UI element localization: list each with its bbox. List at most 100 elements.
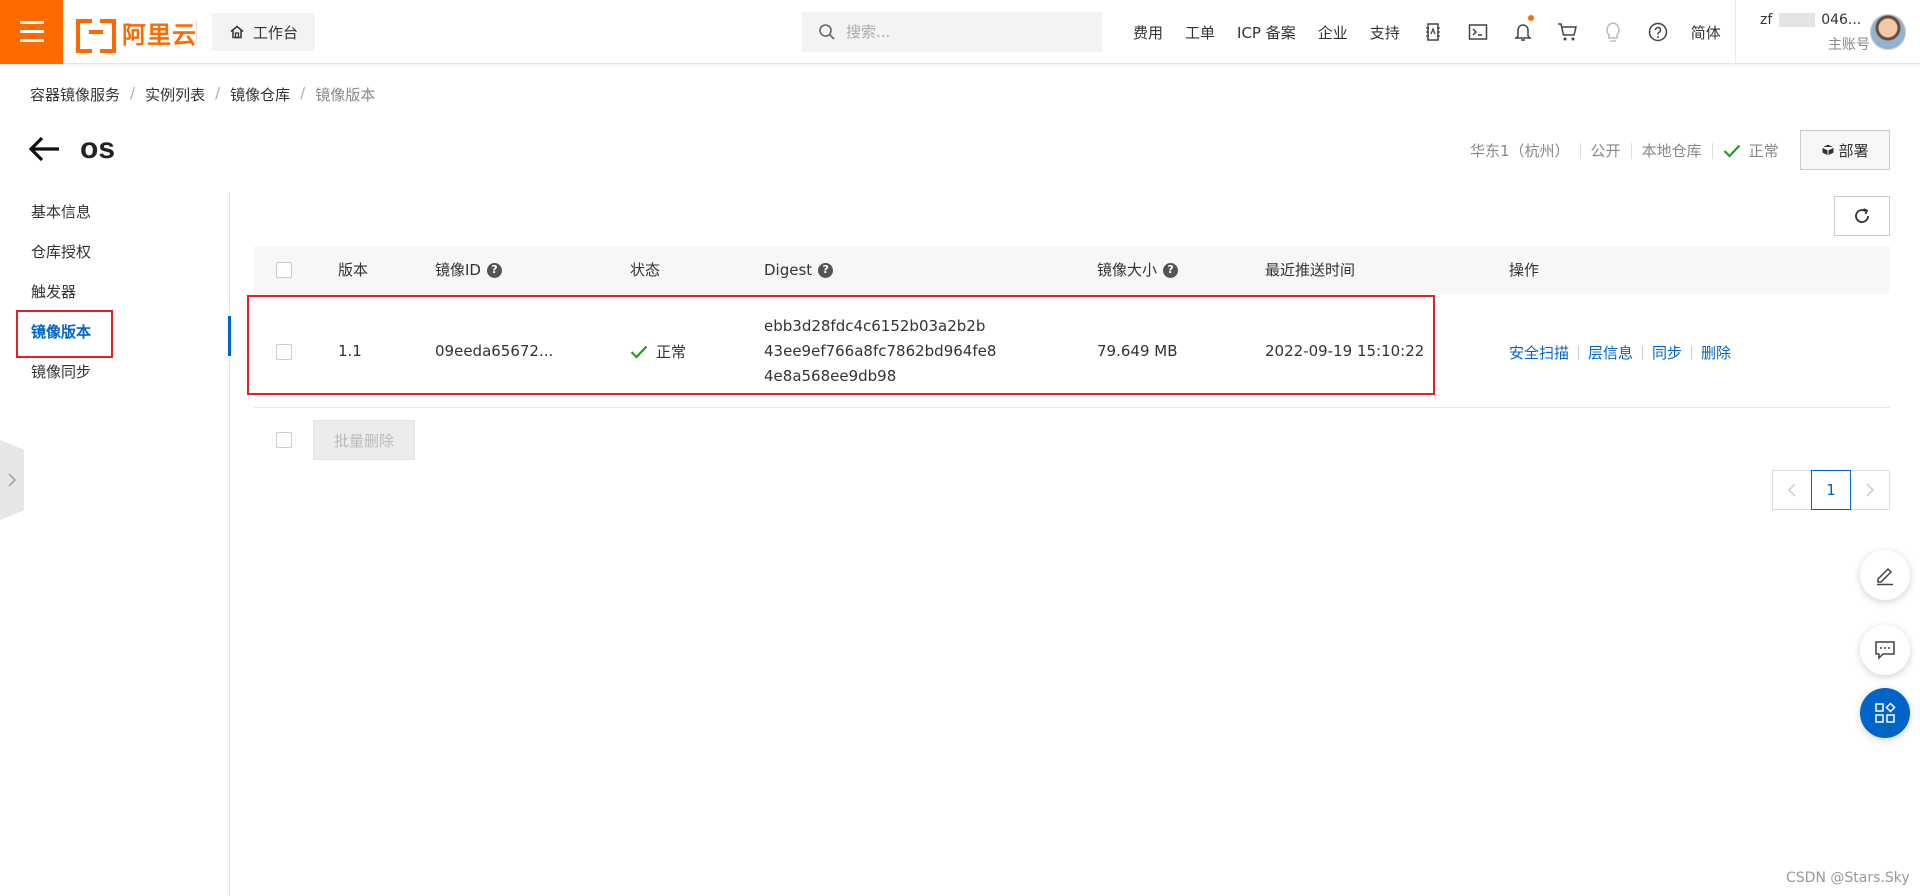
language-switch[interactable]: 简体: [1681, 22, 1735, 43]
back-arrow-icon[interactable]: [28, 134, 62, 164]
hamburger-menu-button[interactable]: [0, 0, 63, 64]
sidebar-collapse-toggle[interactable]: [0, 440, 24, 520]
terminal-icon: [1469, 24, 1488, 40]
delete-link[interactable]: 删除: [1701, 342, 1731, 363]
column-header-actions: 操作: [1509, 246, 1539, 294]
batch-select-checkbox[interactable]: [276, 432, 292, 448]
sidebar-item-repo-auth[interactable]: 仓库授权: [0, 232, 230, 272]
region-label: 华东1（杭州）: [1470, 142, 1570, 160]
sidebar-item-basic-info[interactable]: 基本信息: [0, 192, 230, 232]
watermark-text: CSDN @Stars.Sky: [1786, 870, 1910, 886]
sync-link[interactable]: 同步: [1652, 342, 1682, 363]
menu-line: [20, 39, 44, 42]
feedback-edit-button[interactable]: [1860, 550, 1910, 600]
select-all-checkbox[interactable]: [276, 262, 292, 278]
column-header-version: 版本: [338, 246, 368, 294]
layer-info-link[interactable]: 层信息: [1588, 342, 1633, 363]
help-icon[interactable]: ?: [1163, 262, 1179, 278]
cube-icon: [1821, 143, 1835, 157]
column-header-label: 最近推送时间: [1265, 261, 1356, 279]
deploy-label: 部署: [1838, 141, 1869, 160]
column-header-label: 版本: [338, 261, 369, 279]
divider: [1691, 345, 1693, 360]
app-icon: [1426, 23, 1441, 41]
help-button[interactable]: [1636, 0, 1681, 64]
chevron-left-icon: [1788, 483, 1796, 497]
column-header-label: Digest: [764, 261, 813, 279]
repo-meta: 华东1（杭州） 公开 本地仓库 正常: [1470, 140, 1779, 161]
next-page-button[interactable]: [1850, 470, 1890, 510]
column-header-digest: Digest ?: [764, 246, 834, 294]
apps-button[interactable]: [1860, 688, 1910, 738]
menu-line: [20, 30, 44, 33]
breadcrumb-current: 镜像版本: [315, 86, 376, 104]
nav-link-enterprise[interactable]: 企业: [1307, 22, 1359, 43]
nav-link-icp[interactable]: ICP 备案: [1226, 22, 1307, 43]
check-icon: [1723, 144, 1740, 158]
column-header-image-id: 镜像ID ?: [435, 246, 502, 294]
column-header-size: 镜像大小 ?: [1097, 246, 1179, 294]
divider: [196, 20, 197, 44]
sidebar-item-image-sync[interactable]: 镜像同步: [0, 352, 230, 392]
divider: [1630, 142, 1632, 159]
account-name-redacted: [1778, 13, 1815, 27]
logo-text: 阿里云: [122, 20, 197, 49]
account-menu[interactable]: zf 046... 主账号: [1760, 12, 1870, 53]
search-input[interactable]: [846, 23, 1076, 41]
refresh-button[interactable]: [1834, 196, 1890, 236]
column-header-label: 状态: [630, 261, 661, 279]
sidebar: 基本信息 仓库授权 触发器 镜像版本 镜像同步: [0, 192, 230, 392]
sidebar-active-indicator: [228, 316, 231, 356]
table-header: 版本 镜像ID ? 状态 Digest ? 镜像大小 ? 最近推送时间 操作: [254, 246, 1890, 294]
top-nav-links: 费用 工单 ICP 备案 企业 支持 简体: [1122, 0, 1736, 64]
divider: [1642, 345, 1644, 360]
app-icon-button[interactable]: [1411, 0, 1456, 64]
avatar[interactable]: [1870, 14, 1906, 50]
column-header-label: 操作: [1509, 261, 1540, 279]
breadcrumb-item[interactable]: 镜像仓库: [230, 84, 290, 105]
chat-icon: [1875, 641, 1895, 660]
breadcrumb-item[interactable]: 实例列表: [145, 84, 205, 105]
apps-grid-icon: [1875, 702, 1896, 723]
repo-status: 正常: [1748, 142, 1779, 160]
breadcrumb: 容器镜像服务 / 实例列表 / 镜像仓库 / 镜像版本: [30, 84, 375, 105]
breadcrumb-separator: /: [130, 84, 136, 102]
column-header-pushed-time: 最近推送时间: [1265, 246, 1355, 294]
search-icon: [819, 24, 835, 40]
bell-icon: [1514, 24, 1533, 41]
workbench-button[interactable]: 工作台: [212, 13, 315, 51]
nav-link-support[interactable]: 支持: [1359, 22, 1411, 43]
prev-page-button[interactable]: [1772, 470, 1812, 510]
sidebar-item-triggers[interactable]: 触发器: [0, 272, 230, 312]
repo-type-label: 本地仓库: [1641, 142, 1702, 160]
home-icon: [230, 25, 244, 39]
nav-link-billing[interactable]: 费用: [1122, 22, 1174, 43]
ideas-button[interactable]: [1591, 0, 1636, 64]
help-icon[interactable]: ?: [486, 262, 502, 278]
divider: [1579, 142, 1581, 159]
notification-button[interactable]: [1501, 0, 1546, 64]
deploy-button[interactable]: 部署: [1800, 130, 1890, 170]
search-box[interactable]: [802, 12, 1102, 52]
pagination: 1: [1772, 470, 1890, 510]
batch-delete-button[interactable]: 批量删除: [313, 420, 415, 460]
account-type-label: 主账号: [1828, 37, 1870, 53]
divider: [1711, 142, 1713, 159]
terminal-button[interactable]: [1456, 0, 1501, 64]
column-header-label: 镜像大小: [1097, 261, 1158, 279]
menu-line: [20, 21, 44, 24]
aliyun-logo[interactable]: 阿里云: [76, 16, 197, 53]
security-scan-link[interactable]: 安全扫描: [1509, 342, 1569, 363]
breadcrumb-item[interactable]: 容器镜像服务: [30, 84, 120, 105]
annotation-highlight-box: [247, 295, 1435, 395]
breadcrumb-separator: /: [300, 84, 306, 102]
help-icon[interactable]: ?: [818, 262, 834, 278]
divider: [1578, 345, 1580, 360]
lightbulb-icon: [1606, 22, 1620, 42]
page-number-button[interactable]: 1: [1811, 470, 1851, 510]
cart-button[interactable]: [1546, 0, 1591, 64]
nav-link-tickets[interactable]: 工单: [1174, 22, 1226, 43]
refresh-icon: [1855, 208, 1869, 223]
breadcrumb-separator: /: [215, 84, 221, 102]
chat-button[interactable]: [1860, 625, 1910, 675]
